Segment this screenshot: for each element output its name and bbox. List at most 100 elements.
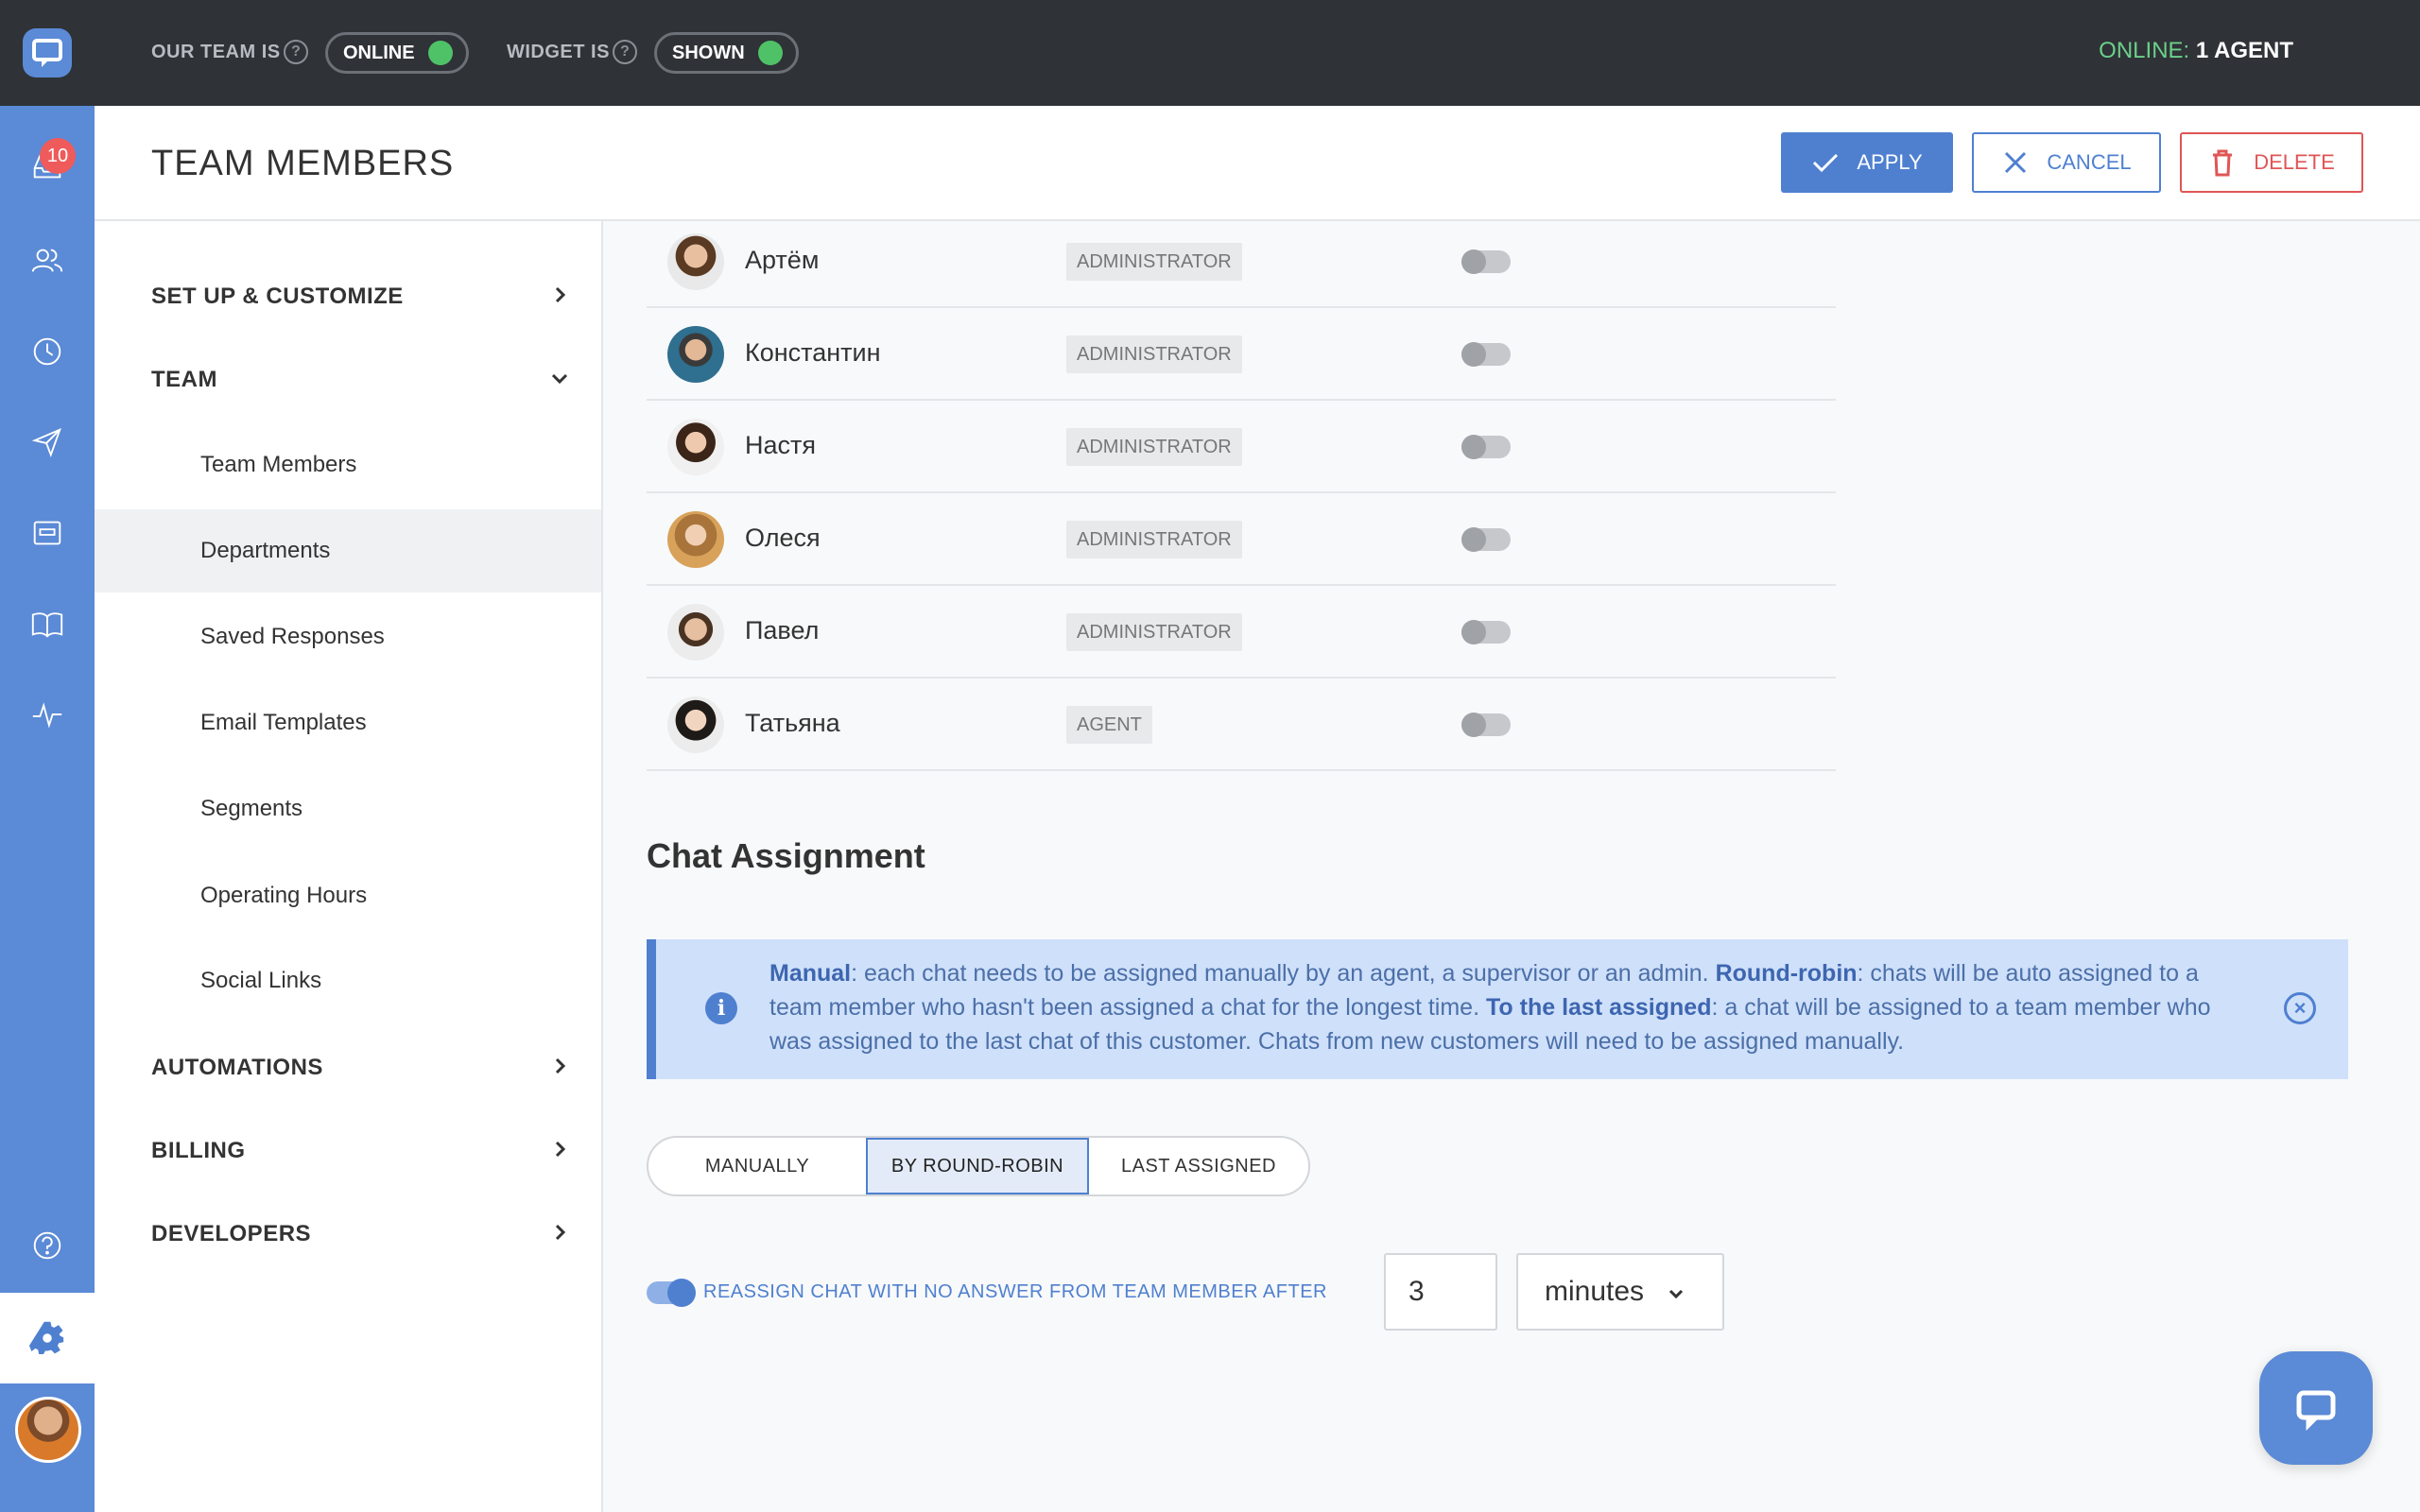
member-name: Олеся [745,524,821,552]
member-toggle[interactable] [1461,527,1511,552]
check-icon [1813,153,1839,173]
reassign-unit-select[interactable]: minutes [1516,1253,1724,1331]
chevron-right-icon[interactable] [550,1223,569,1242]
nav-item-operating-hours[interactable]: Operating Hours [95,854,601,937]
chevron-right-icon[interactable] [550,1057,569,1075]
member-toggle[interactable] [1461,435,1511,459]
widget-nav-button[interactable] [0,488,95,578]
info-banner: i Manual: each chat needs to be assigned… [647,939,2348,1079]
info-last-label: To the last assigned [1485,994,1712,1021]
book-icon [31,612,63,638]
apply-button[interactable]: APPLY [1781,132,1953,193]
nav-section-developers[interactable]: DEVELOPERS [151,1221,311,1247]
member-avatar [667,326,724,383]
send-icon [31,427,61,458]
info-manual-label: Manual [769,960,852,987]
logo-icon [23,28,72,77]
member-toggle[interactable] [1461,713,1511,737]
member-name: Павел [745,616,820,644]
knowledge-base-nav-button[interactable] [0,578,95,669]
trash-icon [2213,149,2233,177]
nav-section-team[interactable]: TEAM [151,367,217,393]
nav-section-setup[interactable]: SET UP & CUSTOMIZE [151,284,404,310]
nav-item-email-templates[interactable]: Email Templates [95,681,601,765]
member-avatar [667,419,724,475]
member-role-badge: ADMINISTRATOR [1066,243,1242,281]
member-row[interactable]: Константин ADMINISTRATOR [647,308,1836,401]
member-row[interactable]: Павел ADMINISTRATOR [647,586,1836,679]
app-logo[interactable] [0,0,95,106]
chevron-down-icon[interactable] [550,369,569,387]
member-avatar [667,604,724,661]
reassign-toggle[interactable] [647,1279,696,1307]
chevron-down-icon [1668,1289,1684,1299]
top-bar: OUR TEAM IS ? ONLINE WIDGET IS ? SHOWN O… [95,0,2420,106]
team-status-value: ONLINE [343,42,415,63]
nav-item-social-links[interactable]: Social Links [95,939,601,1022]
widget-status-value: SHOWN [672,42,745,63]
chevron-right-icon[interactable] [550,285,569,304]
team-status-toggle[interactable]: ONLINE [325,32,469,74]
member-name: Константин [745,338,881,367]
settings-nav: SET UP & CUSTOMIZE TEAM Team Members Dep… [95,221,603,1512]
clock-icon [33,337,61,366]
analytics-nav-button[interactable] [0,669,95,760]
assignment-mode-switch: MANUALLY BY ROUND-ROBIN LAST ASSIGNED [647,1136,1310,1196]
member-avatar [667,696,724,753]
nav-section-billing[interactable]: BILLING [151,1138,246,1164]
info-icon: i [705,992,737,1024]
mode-round-robin-button[interactable]: BY ROUND-ROBIN [866,1138,1089,1194]
widget-status-label: WIDGET IS [507,42,610,62]
contacts-nav-button[interactable] [0,215,95,306]
member-avatar [667,233,724,290]
left-rail: 10 [0,0,95,1512]
widget-icon [33,521,61,545]
mode-manually-button[interactable]: MANUALLY [648,1138,866,1194]
member-avatar [667,511,724,568]
member-role-badge: ADMINISTRATOR [1066,335,1242,373]
help-nav-button[interactable] [0,1200,95,1291]
info-manual-text: : each chat needs to be assigned manuall… [851,960,1716,987]
member-toggle[interactable] [1461,620,1511,644]
nav-item-departments[interactable]: Departments [95,509,601,593]
member-row[interactable]: Олеся ADMINISTRATOR [647,493,1836,586]
member-role-badge: ADMINISTRATOR [1066,521,1242,558]
pulse-icon [32,702,62,729]
chat-widget-button[interactable] [2259,1351,2373,1465]
nav-item-saved-responses[interactable]: Saved Responses [95,595,601,679]
member-role-badge: ADMINISTRATOR [1066,613,1242,651]
history-nav-button[interactable] [0,306,95,397]
close-circle-icon[interactable]: × [2284,992,2316,1024]
team-status-label: OUR TEAM IS [151,42,281,62]
chevron-right-icon[interactable] [550,1140,569,1159]
member-name: Настя [745,431,817,459]
cancel-label: CANCEL [2047,150,2132,174]
member-row[interactable]: Татьяна AGENT [647,679,1836,771]
member-name: Артём [745,246,820,274]
member-row[interactable]: Артём ADMINISTRATOR [647,215,1836,308]
member-row[interactable]: Настя ADMINISTRATOR [647,401,1836,493]
nav-item-team-members[interactable]: Team Members [95,423,601,507]
campaigns-nav-button[interactable] [0,397,95,488]
nav-item-segments[interactable]: Segments [95,767,601,850]
delete-button[interactable]: DELETE [2180,132,2363,193]
reassign-minutes-input[interactable]: 3 [1384,1253,1497,1331]
page-header: TEAM MEMBERS APPLY CANCEL DELETE [95,106,2420,221]
widget-status-toggle[interactable]: SHOWN [654,32,799,74]
member-role-badge: ADMINISTRATOR [1066,428,1242,466]
help-icon [33,1231,61,1260]
mode-last-assigned-button[interactable]: LAST ASSIGNED [1089,1138,1308,1194]
team-help-icon[interactable]: ? [284,40,308,64]
widget-help-icon[interactable]: ? [613,40,637,64]
user-avatar[interactable] [15,1397,81,1463]
apply-label: APPLY [1857,150,1923,174]
gear-icon [29,1321,64,1355]
member-toggle[interactable] [1461,249,1511,274]
delete-label: DELETE [2254,150,2335,174]
reassign-label: REASSIGN CHAT WITH NO ANSWER FROM TEAM M… [703,1281,1327,1302]
settings-nav-button[interactable] [0,1293,95,1383]
reassign-unit-value: minutes [1545,1276,1645,1307]
nav-section-automations[interactable]: AUTOMATIONS [151,1055,323,1081]
cancel-button[interactable]: CANCEL [1972,132,2161,193]
member-toggle[interactable] [1461,342,1511,367]
